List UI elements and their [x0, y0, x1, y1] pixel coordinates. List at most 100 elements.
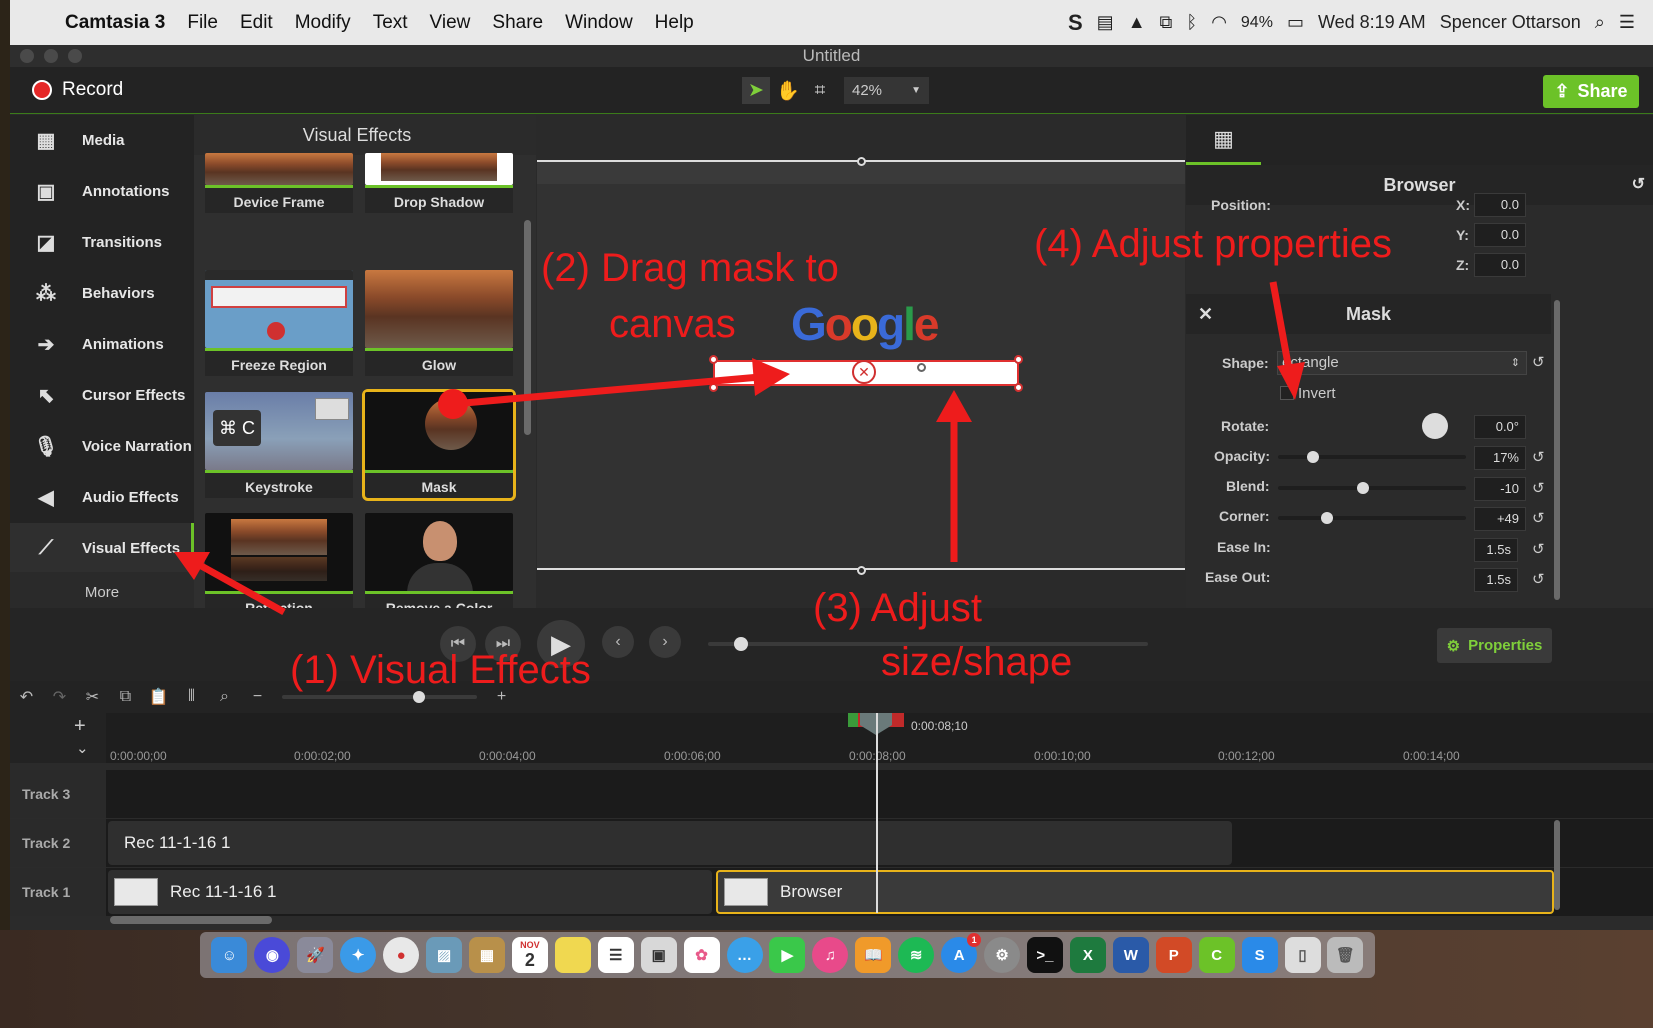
effect-device-frame[interactable]: Device Frame	[205, 153, 353, 213]
track-2-header[interactable]: Track 2	[10, 819, 106, 867]
close-window-button[interactable]	[20, 49, 34, 63]
camtasia-icon[interactable]: C	[1198, 937, 1235, 973]
position-y-field[interactable]: 0.0	[1474, 223, 1526, 247]
ease-in-field[interactable]: 1.5s	[1474, 538, 1518, 562]
copy-icon[interactable]: ⧉	[109, 688, 142, 706]
zoom-icon[interactable]: ⌕	[208, 688, 241, 706]
range-start-handle[interactable]	[848, 713, 858, 727]
ibooks-icon[interactable]: 📖	[855, 937, 892, 973]
properties-scrollbar[interactable]	[1554, 300, 1560, 600]
reset-icon[interactable]: ↺	[1532, 509, 1545, 527]
scrubber-knob[interactable]	[734, 637, 748, 651]
facetime-icon[interactable]: ▶	[769, 937, 806, 973]
rotate-dial[interactable]	[1422, 413, 1448, 439]
sidebar-item-audio-effects[interactable]: ◀ Audio Effects	[10, 472, 194, 523]
clip-rec-track2[interactable]: Rec 11-1-16 1	[108, 821, 1232, 865]
film-icon[interactable]: ▦	[1186, 115, 1261, 165]
image-capture-icon[interactable]: ▣	[640, 937, 677, 973]
paste-icon[interactable]: 📋	[142, 687, 175, 707]
document-icon[interactable]: ▯	[1284, 937, 1321, 973]
add-track-icon[interactable]: +	[74, 715, 86, 738]
blend-slider[interactable]	[1278, 482, 1466, 494]
menu-help[interactable]: Help	[644, 12, 705, 34]
sidebar-item-animations[interactable]: ➔ Animations	[10, 319, 194, 370]
track-2-lane[interactable]: Rec 11-1-16 1	[106, 819, 1653, 867]
menu-app-name[interactable]: Camtasia 3	[54, 12, 176, 34]
track-3-lane[interactable]	[106, 770, 1653, 818]
effect-remove-a-color[interactable]: Remove a Color	[365, 513, 513, 619]
record-button[interactable]: Record	[32, 79, 123, 101]
pan-tool-icon[interactable]: ✋	[774, 77, 802, 104]
blend-field[interactable]: -10	[1474, 477, 1526, 501]
menu-modify[interactable]: Modify	[284, 12, 362, 34]
wifi-icon[interactable]: ◠	[1211, 12, 1227, 33]
slider-knob[interactable]	[413, 691, 425, 703]
effect-drop-shadow[interactable]: Drop Shadow	[365, 153, 513, 213]
track-3-header[interactable]: Track 3	[10, 770, 106, 818]
position-x-field[interactable]: 0.0	[1474, 193, 1526, 217]
itunes-icon[interactable]: ♫	[812, 937, 849, 973]
notes-icon[interactable]	[554, 937, 591, 973]
spotlight-icon[interactable]: ⌕	[1595, 12, 1605, 33]
copy-icon[interactable]: ⧉	[1160, 12, 1173, 33]
reset-icon[interactable]: ↺	[1532, 570, 1545, 588]
crop-tool-icon[interactable]: ⌗	[806, 77, 834, 104]
word-icon[interactable]: W	[1112, 937, 1149, 973]
more-button[interactable]: More	[10, 572, 194, 613]
reset-icon[interactable]: ↺	[1532, 540, 1545, 558]
corner-slider[interactable]	[1278, 512, 1466, 524]
battery-icon[interactable]: ▭	[1287, 12, 1304, 33]
launchpad-icon[interactable]: 🚀	[297, 937, 334, 973]
trash-icon[interactable]: 🗑	[1327, 937, 1364, 973]
split-icon[interactable]: ⫴	[175, 688, 208, 706]
corner-field[interactable]: +49	[1474, 507, 1526, 531]
effect-reflection[interactable]: Reflection	[205, 513, 353, 619]
close-icon[interactable]: ✕	[1198, 294, 1213, 334]
properties-button[interactable]: ⚙ Properties	[1437, 628, 1552, 663]
sidebar-item-voice-narration[interactable]: 🎙 Voice Narration	[10, 421, 194, 472]
powerpoint-icon[interactable]: P	[1155, 937, 1192, 973]
share-button[interactable]: ⇪ Share	[1543, 75, 1639, 108]
timeline-zoom-slider[interactable]	[282, 691, 477, 703]
redo-icon[interactable]: ↷	[43, 687, 76, 707]
ease-out-field[interactable]: 1.5s	[1474, 568, 1518, 592]
library-scrollbar[interactable]	[524, 220, 531, 435]
sidebar-item-behaviors[interactable]: ⁂ Behaviors	[10, 268, 194, 319]
undo-icon[interactable]: ↶	[10, 687, 43, 707]
zoom-out-icon[interactable]: −	[241, 688, 274, 706]
zoom-window-button[interactable]	[68, 49, 82, 63]
effect-freeze-region[interactable]: Freeze Region	[205, 270, 353, 376]
finder-icon[interactable]: ☺	[211, 937, 248, 973]
sidebar-item-visual-effects[interactable]: ⟋ Visual Effects	[10, 523, 194, 574]
snagit-icon[interactable]: S	[1241, 937, 1278, 973]
photos-icon[interactable]: ✿	[683, 937, 720, 973]
bluetooth-icon[interactable]: ᛒ	[1186, 12, 1197, 33]
mask-resize-handle[interactable]	[1014, 355, 1023, 364]
slider-knob[interactable]	[1307, 451, 1319, 463]
chevron-down-icon[interactable]: ⌄	[76, 739, 89, 757]
sidebar-item-cursor-effects[interactable]: ⬉ Cursor Effects	[10, 370, 194, 421]
user-name[interactable]: Spencer Ottarson	[1440, 12, 1581, 33]
mask-rotate-handle[interactable]	[917, 363, 926, 372]
spotify-icon[interactable]: ≋	[898, 937, 935, 973]
excel-icon[interactable]: X	[1069, 937, 1106, 973]
opacity-slider[interactable]	[1278, 451, 1466, 463]
mask-resize-handle[interactable]	[1014, 383, 1023, 392]
mask-center-handle[interactable]: ✕	[852, 360, 876, 384]
sidebar-item-media[interactable]: ▦ Media	[10, 115, 194, 166]
menu-edit[interactable]: Edit	[229, 12, 284, 34]
track-1-lane[interactable]: Rec 11-1-16 1 Browser	[106, 868, 1653, 916]
zoom-select[interactable]: 42% ▼	[844, 77, 929, 104]
safari-icon[interactable]: ✦	[340, 937, 377, 973]
menu-text[interactable]: Text	[362, 12, 419, 34]
previous-icon[interactable]: ‹	[602, 626, 634, 658]
chrome-icon[interactable]: ●	[383, 937, 420, 973]
reset-icon[interactable]: ↺	[1532, 448, 1545, 466]
drive-icon[interactable]: ▲	[1128, 12, 1146, 33]
canvas-resize-handle[interactable]	[857, 566, 866, 575]
cut-icon[interactable]: ✂	[76, 687, 109, 707]
clip-browser[interactable]: Browser	[716, 870, 1554, 914]
timeline-scrollbar[interactable]	[110, 916, 272, 924]
snagit-icon[interactable]: S	[1068, 10, 1083, 36]
clip-rec-track1[interactable]: Rec 11-1-16 1	[108, 870, 712, 914]
